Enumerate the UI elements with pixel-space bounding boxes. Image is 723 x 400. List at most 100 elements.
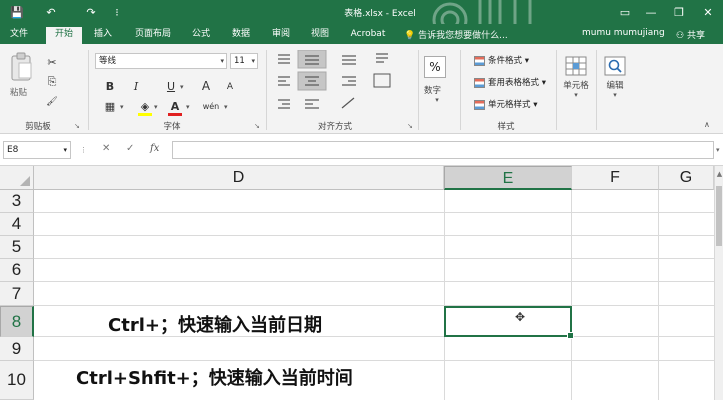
row-header-4[interactable]: 4: [0, 213, 34, 236]
row-header-8[interactable]: 8: [0, 306, 34, 337]
font-color-icon[interactable]: A: [167, 98, 183, 114]
font-name-value: 等线: [99, 56, 117, 66]
chevron-down-icon: ▾: [63, 146, 67, 154]
ribbon-home: 粘贴 ✂ ⎘ 🖌 剪贴板 ↘ 等线 ▾ 11 ▾ B I U ▾ A A ▦ ▾…: [0, 44, 723, 134]
tab-view[interactable]: 视图: [305, 27, 335, 44]
font-name-select[interactable]: 等线 ▾: [95, 53, 227, 69]
grow-font-button[interactable]: A: [198, 78, 214, 94]
cells-button[interactable]: 单元格 ▾: [560, 56, 592, 108]
gridline: [34, 235, 714, 236]
ribbon-tabs: 文件 开始 插入 页面布局 公式 数据 审阅 视图 Acrobat 💡 告诉我您…: [0, 24, 723, 44]
chevron-down-icon[interactable]: ▾: [120, 103, 124, 111]
expand-formula-bar-icon[interactable]: ▾: [716, 146, 720, 154]
row-header-9[interactable]: 9: [0, 337, 34, 361]
user-name[interactable]: mumu mumujiang: [582, 28, 665, 38]
tab-insert[interactable]: 插入: [88, 27, 118, 44]
editing-label: 编辑: [606, 81, 624, 91]
enter-icon[interactable]: ✓: [126, 143, 134, 154]
gridline: [34, 258, 714, 259]
tab-review[interactable]: 审阅: [266, 27, 296, 44]
editing-button[interactable]: 编辑 ▾: [600, 56, 630, 108]
number-format-button[interactable]: % 数字 ▾: [424, 56, 450, 108]
italic-button[interactable]: I: [128, 78, 144, 94]
tab-home[interactable]: 开始: [46, 27, 82, 44]
cell-styles-button[interactable]: 单元格样式 ▾: [474, 98, 537, 112]
vertical-scrollbar[interactable]: ▲: [714, 166, 723, 400]
shrink-font-button[interactable]: A: [222, 79, 238, 95]
search-icon: [604, 56, 626, 76]
share-button[interactable]: ⚇ 共享: [676, 28, 705, 41]
tab-data[interactable]: 数据: [226, 27, 256, 44]
phonetic-icon[interactable]: wén: [200, 98, 222, 114]
scroll-up-icon[interactable]: ▲: [715, 170, 723, 178]
scrollbar-thumb[interactable]: [716, 186, 722, 246]
cut-icon[interactable]: ✂: [44, 54, 60, 70]
cell-d10[interactable]: Ctrl+Shfit+；快速输入当前时间: [76, 364, 353, 390]
clipboard-icon: [11, 52, 32, 81]
cell-d8[interactable]: Ctrl+；快速输入当前日期: [108, 311, 322, 337]
font-launcher-icon[interactable]: ↘: [254, 122, 260, 130]
underline-button[interactable]: U: [163, 78, 179, 94]
format-painter-icon[interactable]: 🖌: [44, 94, 60, 110]
gridline: [34, 305, 714, 306]
bold-button[interactable]: B: [102, 78, 118, 94]
gridline: [34, 360, 714, 361]
cancel-icon[interactable]: ✕: [102, 143, 110, 154]
tell-me-search[interactable]: 💡 告诉我您想要做什么...: [404, 28, 508, 41]
save-icon[interactable]: 💾: [8, 4, 26, 20]
tab-file[interactable]: 文件: [4, 27, 34, 44]
chevron-down-icon[interactable]: ▾: [186, 103, 190, 111]
insert-function-icon[interactable]: fx: [150, 143, 159, 154]
gridline: [34, 212, 714, 213]
restore-button[interactable]: ❐: [668, 2, 690, 22]
paste-button[interactable]: 粘贴: [8, 52, 34, 104]
format-as-table-button[interactable]: 套用表格格式 ▾: [474, 76, 546, 90]
tab-acrobat[interactable]: Acrobat: [346, 27, 390, 44]
select-all-button[interactable]: [0, 166, 34, 190]
chevron-down-icon: ▾: [435, 96, 439, 104]
undo-icon[interactable]: ↶: [42, 4, 60, 20]
customize-quick-access-icon[interactable]: ⁝: [108, 4, 126, 20]
chevron-down-icon: ▾: [220, 57, 224, 65]
ribbon-display-options-icon[interactable]: ▭: [614, 2, 636, 22]
row-header-7[interactable]: 7: [0, 282, 34, 306]
cells-label: 单元格: [563, 81, 589, 91]
formula-input[interactable]: [172, 141, 714, 159]
alignment-launcher-icon[interactable]: ↘: [407, 122, 413, 130]
separator: [556, 50, 557, 130]
table-format-icon: [474, 77, 485, 88]
separator: [418, 50, 419, 130]
row-header-3[interactable]: 3: [0, 190, 34, 213]
redo-icon[interactable]: ↷: [82, 4, 100, 20]
fill-color-swatch: [138, 113, 152, 116]
column-header-e[interactable]: E: [444, 166, 572, 190]
row-header-10[interactable]: 10: [0, 361, 34, 400]
collapse-ribbon-icon[interactable]: ∧: [704, 120, 710, 129]
conditional-format-icon: [474, 55, 485, 66]
row-header-5[interactable]: 5: [0, 236, 34, 259]
chevron-down-icon[interactable]: ▾: [224, 103, 228, 111]
gridline: [444, 190, 445, 400]
border-icon[interactable]: ▦: [102, 98, 118, 114]
column-header-d[interactable]: D: [34, 166, 444, 190]
clipboard-launcher-icon[interactable]: ↘: [74, 122, 80, 130]
name-box[interactable]: E8 ▾: [3, 141, 71, 159]
chevron-down-icon[interactable]: ▾: [154, 103, 158, 111]
conditional-formatting-button[interactable]: 条件格式 ▾: [474, 54, 529, 68]
copy-icon[interactable]: ⎘: [44, 74, 60, 90]
tab-page-layout[interactable]: 页面布局: [128, 27, 178, 44]
minimize-button[interactable]: —: [640, 2, 662, 22]
row-header-6[interactable]: 6: [0, 259, 34, 282]
alignment-group-label: 对齐方式: [317, 122, 352, 132]
column-header-f[interactable]: F: [572, 166, 659, 190]
fill-color-icon[interactable]: ◈: [137, 98, 153, 114]
close-button[interactable]: ✕: [697, 2, 719, 22]
gridline: [34, 281, 714, 282]
cell-styles-icon: [474, 99, 485, 110]
alignment-buttons[interactable]: [272, 50, 412, 116]
column-header-g[interactable]: G: [659, 166, 714, 190]
tab-formulas[interactable]: 公式: [186, 27, 216, 44]
chevron-down-icon[interactable]: ▾: [180, 83, 184, 91]
font-size-select[interactable]: 11 ▾: [230, 53, 258, 69]
active-cell-e8[interactable]: [444, 306, 574, 339]
